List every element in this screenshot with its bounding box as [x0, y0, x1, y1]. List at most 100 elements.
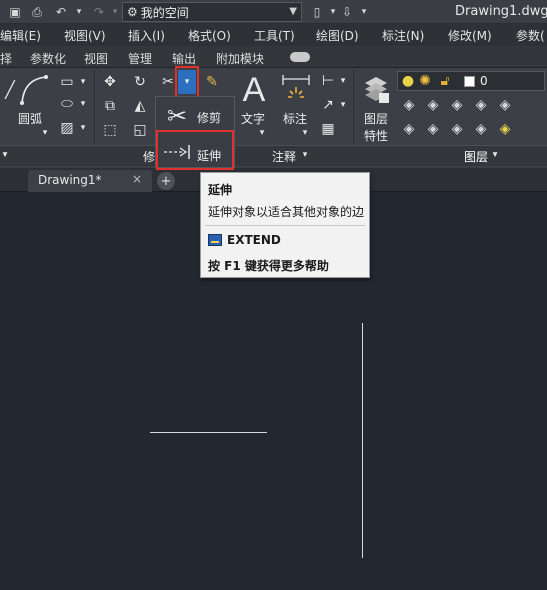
menu-view[interactable]: 视图(V) — [64, 27, 106, 44]
tooltip-command: EXTEND — [227, 233, 281, 247]
dimension-icon[interactable] — [280, 72, 312, 106]
lightbulb-icon: ● — [401, 73, 415, 89]
current-layer-name: 0 — [480, 74, 488, 88]
move-icon[interactable]: ✥ — [100, 72, 120, 92]
linear-dim-dropdown-icon[interactable]: ▾ — [338, 72, 348, 90]
unlock-icon: 🔓︎ — [440, 73, 450, 89]
tooltip-title: 延伸 — [208, 183, 233, 197]
tab-drawing1-label: Drawing1* — [38, 173, 102, 187]
ribbon-tabs: 择 参数化 视图 管理 输出 附加模块 — [0, 46, 547, 68]
horizontal-line[interactable] — [150, 432, 267, 433]
tooltip-help: 按 F1 键获得更多帮助 — [208, 259, 329, 273]
leader-icon[interactable]: ↗ — [318, 96, 338, 114]
close-icon[interactable]: × — [132, 172, 142, 186]
qat-dropdown-icon[interactable]: ▾ — [355, 3, 373, 21]
arc-label: 圆弧 — [18, 112, 43, 126]
chevron-down-icon: ▼ — [289, 6, 297, 17]
tab-select[interactable]: 择 — [0, 50, 12, 67]
tab-output[interactable]: 输出 — [172, 50, 196, 67]
sun-icon: ✺ — [419, 73, 431, 89]
scale-icon[interactable]: ◱ — [130, 120, 150, 140]
layers-panel-title-overlay[interactable]: 图层 — [464, 148, 488, 165]
layer-tool-icon[interactable]: ◈ — [400, 120, 418, 138]
tooltip-divider — [205, 225, 365, 226]
undo-icon[interactable]: ↶ — [52, 3, 70, 21]
menu-format[interactable]: 格式(O) — [188, 27, 231, 44]
menu-draw[interactable]: 绘图(D) — [316, 27, 359, 44]
annotation-panel-title-overlay: 注释 — [272, 150, 297, 164]
fillet-icon[interactable]: ✎ — [202, 72, 222, 92]
leader-dropdown-icon[interactable]: ▾ — [338, 96, 348, 114]
tooltip-description: 延伸对象以适合其他对象的边 — [208, 205, 365, 219]
ribbon-minimize-icon[interactable] — [290, 52, 310, 62]
gradient-dropdown-icon[interactable]: ▾ — [78, 120, 88, 136]
highlight-extend — [156, 130, 234, 170]
linear-dim-icon[interactable]: ⊢ — [318, 72, 338, 90]
layer-tool-icon[interactable]: ◈ — [424, 120, 442, 138]
text-label: 文字 — [241, 112, 266, 126]
hatch-dropdown-icon[interactable]: ▾ — [78, 96, 88, 112]
layer-properties-label-2: 特性 — [364, 129, 389, 143]
publish-icon[interactable]: ⇩ — [338, 3, 356, 21]
text-dropdown-icon[interactable]: ▾ — [257, 128, 267, 138]
workspace-selector[interactable]: ⚙ 我的空间 ▼ — [122, 2, 302, 22]
layer-tool-icon[interactable]: ◈ — [472, 96, 490, 114]
tab-view[interactable]: 视图 — [84, 50, 108, 67]
annotation-panel-dropdown-icon[interactable]: ▾ — [300, 148, 310, 162]
arc-icon[interactable] — [18, 72, 48, 108]
workspace-name: 我的空间 — [140, 5, 189, 20]
layer-properties-icon[interactable] — [360, 72, 392, 108]
save-icon[interactable]: ▣ — [6, 3, 24, 21]
layer-properties-label: 图层 — [364, 112, 389, 126]
window-title: Drawing1.dwg — [455, 4, 547, 19]
layer-tool-icon[interactable]: ◈ — [400, 96, 418, 114]
trim-label[interactable]: 修剪 — [197, 109, 221, 126]
menu-bar: 编辑(E) 视图(V) 插入(I) 格式(O) 工具(T) 绘图(D) 标注(N… — [0, 24, 547, 46]
vertical-line[interactable] — [362, 323, 363, 558]
layer-tool-icon[interactable]: ◈ — [424, 96, 442, 114]
title-bar: ▣ ⎙ ↶ ▾ ↷ ▾ ⚙ 我的空间 ▼ ▯ ▾ ⇩ ▾ Drawing1.dw… — [0, 0, 547, 24]
menu-tools[interactable]: 工具(T) — [254, 27, 295, 44]
new-tab-button[interactable]: + — [157, 172, 175, 190]
text-icon[interactable]: A — [238, 71, 270, 109]
layer-tool-icon[interactable]: ◈ — [472, 120, 490, 138]
layer-tool-icon[interactable]: ◈ — [448, 120, 466, 138]
modify-panel-title-overlay: 修 — [143, 150, 156, 164]
gradient-icon[interactable]: ▨ — [58, 120, 76, 136]
layer-tool-icon[interactable]: ◈ — [496, 120, 514, 138]
menu-edit[interactable]: 编辑(E) — [0, 27, 41, 44]
command-line-icon — [208, 234, 222, 246]
layer-dropdown[interactable]: ● ✺ 🔓︎ 0 — [397, 71, 545, 91]
menu-modify[interactable]: 修改(M) — [448, 27, 492, 44]
rectangle-icon[interactable]: ▭ — [58, 74, 76, 90]
gear-icon: ⚙ — [127, 5, 138, 19]
rectangle-dropdown-icon[interactable]: ▾ — [78, 74, 88, 90]
trim-icon[interactable]: ✂ — [162, 101, 192, 131]
tab-addins[interactable]: 附加模块 — [216, 50, 264, 67]
rotate-icon[interactable]: ↻ — [130, 72, 150, 92]
layer-tool-icon[interactable]: ◈ — [496, 96, 514, 114]
tab-parametric[interactable]: 参数化 — [30, 50, 66, 67]
tab-drawing1[interactable]: Drawing1* × — [28, 170, 152, 192]
layer-color-swatch — [464, 76, 475, 87]
dimension-dropdown-icon[interactable]: ▾ — [300, 128, 310, 138]
undo-dropdown-icon[interactable]: ▾ — [70, 3, 88, 21]
stretch-icon[interactable]: ⬚ — [100, 120, 120, 140]
tab-manage[interactable]: 管理 — [128, 50, 152, 67]
menu-insert[interactable]: 插入(I) — [128, 27, 165, 44]
mirror-icon[interactable]: ◭ — [130, 96, 150, 116]
draw-panel-dropdown-icon[interactable]: ▾ — [0, 148, 10, 162]
arc-dropdown-icon[interactable]: ▾ — [40, 128, 50, 138]
dimension-label: 标注 — [283, 112, 308, 126]
layer-tool-icon[interactable]: ◈ — [448, 96, 466, 114]
extend-tooltip: 延伸 延伸对象以适合其他对象的边 EXTEND 按 F1 键获得更多帮助 — [200, 172, 370, 278]
print-icon[interactable]: ⎙ — [28, 3, 46, 21]
highlight-trim-dropdown — [175, 66, 199, 98]
menu-dimension[interactable]: 标注(N) — [382, 27, 424, 44]
table-icon[interactable]: ▦ — [318, 120, 338, 138]
menu-parametric[interactable]: 参数( — [516, 27, 545, 44]
hatch-icon[interactable]: ⬭ — [58, 96, 76, 112]
line-icon[interactable]: ╱ — [4, 74, 16, 104]
layers-panel-dropdown-icon[interactable]: ▾ — [490, 148, 500, 162]
copy-icon[interactable]: ⧉ — [100, 96, 120, 116]
